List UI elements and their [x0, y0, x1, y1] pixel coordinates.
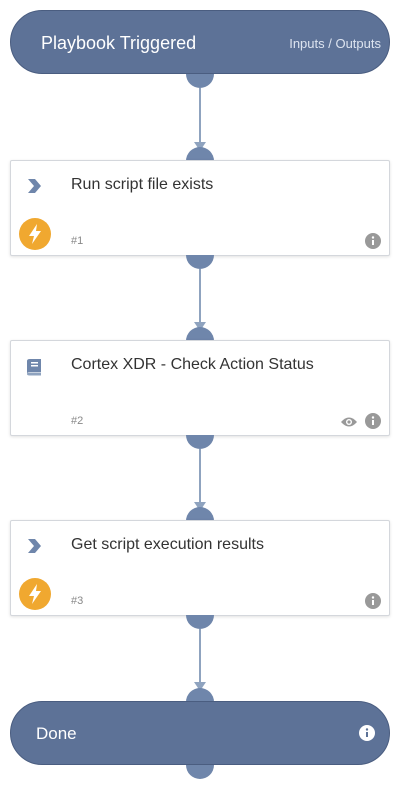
- playbook-triggered-node[interactable]: Playbook Triggered Inputs / Outputs: [10, 10, 390, 74]
- task-number: #1: [71, 235, 84, 247]
- start-output-port[interactable]: [186, 74, 214, 88]
- task-2-output-port[interactable]: [186, 435, 214, 449]
- lightning-icon: [19, 218, 51, 255]
- edge-start-to-task-1: [199, 88, 201, 143]
- task-3-output-port[interactable]: [186, 615, 214, 629]
- book-icon: [25, 358, 43, 381]
- chevron-icon: [25, 538, 43, 559]
- task-number: #3: [71, 595, 84, 607]
- inputs-outputs-link[interactable]: Inputs / Outputs: [289, 36, 381, 51]
- lightning-icon: [19, 578, 51, 615]
- task-card-3[interactable]: Get script execution results #3: [10, 520, 390, 616]
- info-icon[interactable]: [365, 233, 381, 254]
- task-card-2[interactable]: Cortex XDR - Check Action Status #2: [10, 340, 390, 436]
- info-icon[interactable]: [365, 593, 381, 614]
- task-1-input-port[interactable]: [186, 147, 214, 161]
- end-node-title: Done: [36, 724, 77, 743]
- task-2-input-port[interactable]: [186, 327, 214, 341]
- info-icon[interactable]: [365, 413, 381, 434]
- task-1-output-port[interactable]: [186, 255, 214, 269]
- start-node-title: Playbook Triggered: [41, 33, 197, 53]
- edge-task-3-to-done: [199, 629, 201, 683]
- edge-task-2-to-task-3: [199, 449, 201, 503]
- edge-task-1-to-task-2: [199, 269, 201, 323]
- done-node[interactable]: Done: [10, 701, 390, 765]
- done-output-port[interactable]: [186, 765, 214, 779]
- task-label: Run script file exists: [71, 176, 214, 193]
- task-label: Cortex XDR - Check Action Status: [71, 356, 314, 373]
- done-input-port[interactable]: [186, 688, 214, 702]
- chevron-icon: [25, 178, 43, 199]
- eye-icon[interactable]: [341, 415, 357, 433]
- info-icon[interactable]: [359, 725, 375, 746]
- task-3-input-port[interactable]: [186, 507, 214, 521]
- task-number: #2: [71, 415, 84, 427]
- task-card-1[interactable]: Run script file exists #1: [10, 160, 390, 256]
- task-label: Get script execution results: [71, 536, 264, 553]
